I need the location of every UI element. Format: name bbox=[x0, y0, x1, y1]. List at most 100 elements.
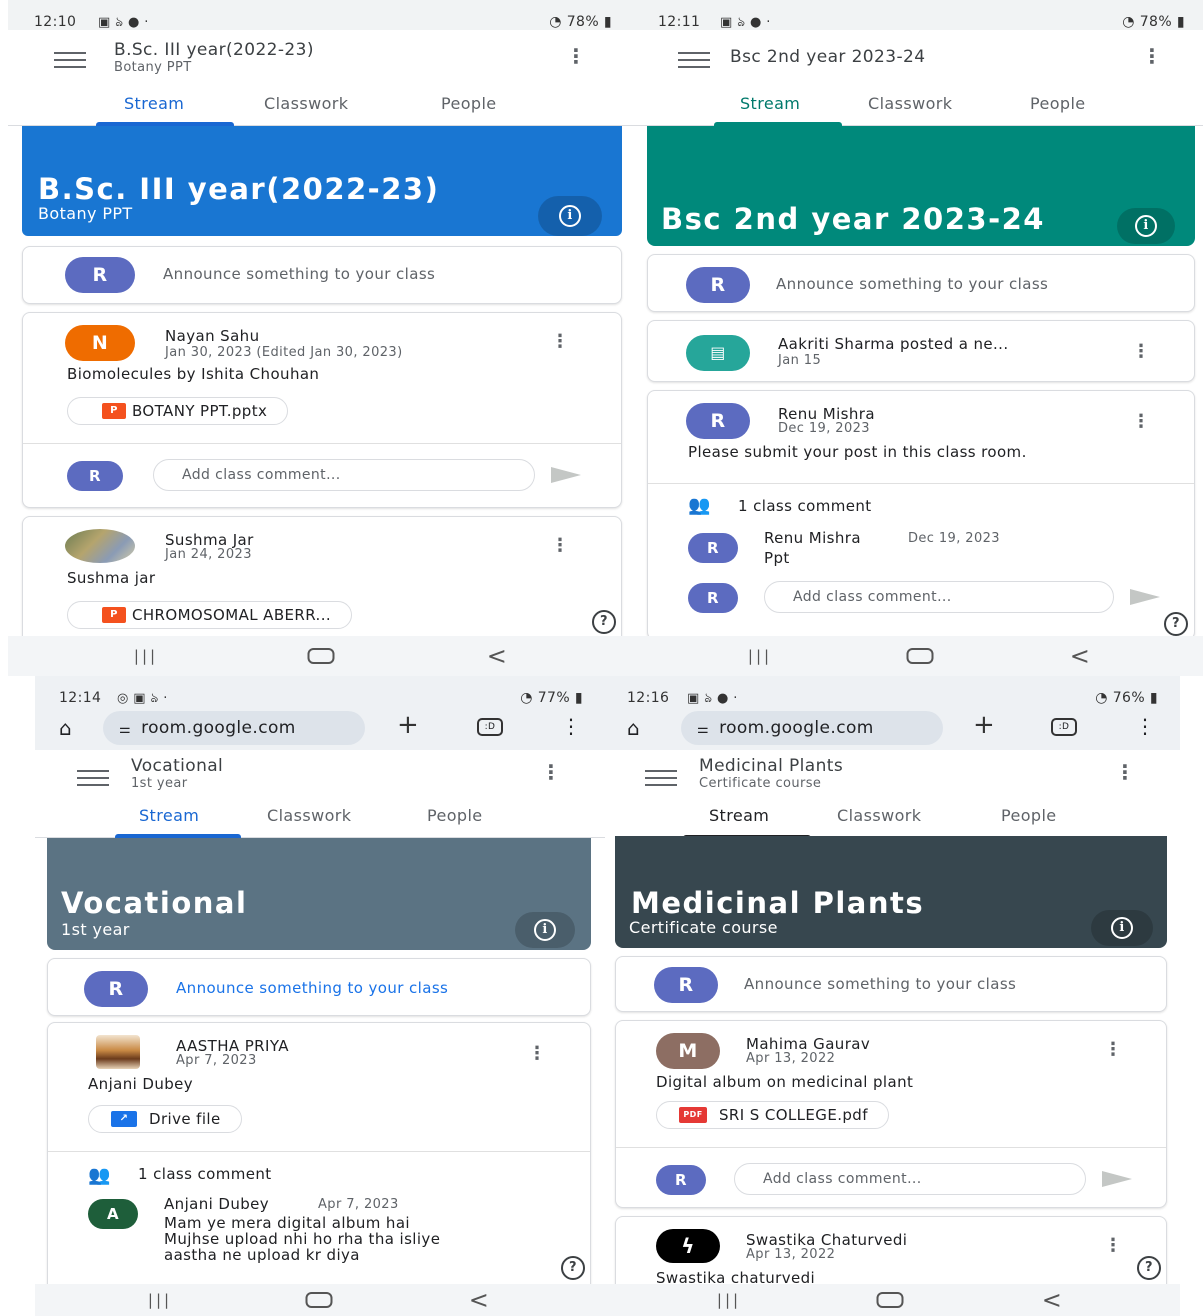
banner-title: Medicinal Plants bbox=[631, 886, 925, 920]
comment-input[interactable]: Add class comment... bbox=[734, 1163, 1086, 1195]
assignment-options-icon[interactable]: ⋮ bbox=[1132, 341, 1150, 362]
post-card: ϟ Swastika Chaturvedi Apr 13, 2022 ⋮ Swa… bbox=[615, 1216, 1167, 1284]
back-icon[interactable]: < bbox=[469, 1286, 490, 1314]
send-icon[interactable] bbox=[551, 467, 581, 483]
menu-icon[interactable] bbox=[645, 770, 677, 791]
recents-icon[interactable]: ||| bbox=[134, 647, 158, 665]
help-icon[interactable]: ? bbox=[561, 1256, 585, 1280]
back-icon[interactable]: < bbox=[1070, 642, 1091, 670]
post-card: M Mahima Gaurav Apr 13, 2022 ⋮ Digital a… bbox=[615, 1020, 1167, 1208]
browser-menu-icon[interactable]: ⋮ bbox=[1135, 714, 1155, 738]
people-icon: 👥 bbox=[688, 495, 711, 516]
tab-people[interactable]: People bbox=[1030, 94, 1086, 113]
attachment-chip[interactable]: P BOTANY PPT.pptx bbox=[67, 397, 289, 425]
tab-stream[interactable]: Stream bbox=[709, 806, 769, 825]
class-info-icon[interactable]: i bbox=[538, 196, 602, 236]
tab-people[interactable]: People bbox=[1001, 806, 1057, 825]
class-comment-count[interactable]: 1 class comment bbox=[138, 1165, 272, 1183]
send-icon[interactable] bbox=[1102, 1171, 1132, 1187]
address-bar[interactable]: ⚌ room.google.com bbox=[103, 711, 365, 745]
post-options-icon[interactable]: ⋮ bbox=[1104, 1039, 1122, 1060]
attachment-chip[interactable]: ↗ Drive file bbox=[88, 1105, 242, 1133]
class-info-icon[interactable]: i bbox=[1117, 208, 1175, 244]
assignment-date: Jan 15 bbox=[778, 353, 822, 368]
announce-card[interactable]: R Announce something to your class bbox=[47, 958, 591, 1016]
comment-input[interactable]: Add class comment... bbox=[153, 459, 535, 491]
home-icon[interactable] bbox=[906, 648, 934, 664]
browser-home-icon[interactable]: ⌂ bbox=[59, 716, 72, 740]
menu-icon[interactable] bbox=[54, 52, 86, 73]
battery-level: ◔ 76% ▮ bbox=[1095, 690, 1158, 706]
tab-stream[interactable]: Stream bbox=[139, 806, 199, 825]
comment-text-line: aastha ne upload kr diya bbox=[164, 1246, 360, 1264]
tab-stream[interactable]: Stream bbox=[740, 94, 800, 113]
system-navigation-bar: ||| < ||| < bbox=[8, 636, 1203, 676]
class-tabs: Stream Classwork People bbox=[35, 800, 605, 838]
tab-people[interactable]: People bbox=[427, 806, 483, 825]
more-options-icon[interactable]: ⋮ bbox=[1142, 44, 1162, 68]
tab-switcher-icon[interactable]: :D bbox=[1051, 718, 1077, 736]
user-avatar: R bbox=[65, 257, 135, 293]
post-card: R Renu Mishra Dec 19, 2023 ⋮ Please subm… bbox=[647, 390, 1195, 636]
help-icon[interactable]: ? bbox=[1164, 612, 1188, 636]
class-banner: B.Sc. III year(2022-23) Botany PPT i bbox=[22, 126, 622, 236]
tab-classwork[interactable]: Classwork bbox=[267, 806, 351, 825]
new-tab-icon[interactable]: + bbox=[397, 710, 419, 740]
home-icon[interactable] bbox=[307, 648, 335, 664]
home-icon[interactable] bbox=[305, 1292, 333, 1308]
class-info-icon[interactable]: i bbox=[515, 912, 575, 948]
class-comment-count[interactable]: 1 class comment bbox=[738, 497, 872, 515]
attachment-chip[interactable]: P CHROMOSOMAL ABERR... bbox=[67, 601, 353, 629]
more-options-icon[interactable]: ⋮ bbox=[541, 760, 561, 784]
announce-placeholder: Announce something to your class bbox=[776, 275, 1049, 293]
send-icon[interactable] bbox=[1130, 589, 1160, 605]
post-options-icon[interactable]: ⋮ bbox=[1132, 411, 1150, 432]
site-settings-icon[interactable]: ⚌ bbox=[119, 722, 131, 737]
tab-stream[interactable]: Stream bbox=[124, 94, 184, 113]
more-options-icon[interactable]: ⋮ bbox=[1115, 760, 1135, 784]
recents-icon[interactable]: ||| bbox=[748, 647, 772, 665]
tab-switcher-icon[interactable]: :D bbox=[477, 718, 503, 736]
home-icon[interactable] bbox=[876, 1292, 904, 1308]
announce-card[interactable]: R Announce something to your class bbox=[615, 956, 1167, 1012]
back-icon[interactable]: < bbox=[487, 642, 508, 670]
post-options-icon[interactable]: ⋮ bbox=[1104, 1235, 1122, 1256]
comment-input[interactable]: Add class comment... bbox=[764, 581, 1114, 613]
post-options-icon[interactable]: ⋮ bbox=[551, 331, 569, 352]
browser-home-icon[interactable]: ⌂ bbox=[627, 716, 640, 740]
menu-icon[interactable] bbox=[77, 770, 109, 791]
recents-icon[interactable]: ||| bbox=[717, 1291, 741, 1309]
post-options-icon[interactable]: ⋮ bbox=[551, 535, 569, 556]
announce-card[interactable]: R Announce something to your class bbox=[647, 254, 1195, 312]
post-options-icon[interactable]: ⋮ bbox=[528, 1043, 546, 1064]
attachment-chip[interactable]: PDF SRI S COLLEGE.pdf bbox=[656, 1101, 889, 1129]
class-info-icon[interactable]: i bbox=[1091, 910, 1153, 946]
banner-subtitle: Botany PPT bbox=[38, 204, 133, 223]
recents-icon[interactable]: ||| bbox=[148, 1291, 172, 1309]
more-options-icon[interactable]: ⋮ bbox=[566, 44, 586, 68]
help-icon[interactable]: ? bbox=[592, 610, 616, 634]
tab-classwork[interactable]: Classwork bbox=[264, 94, 348, 113]
tab-people[interactable]: People bbox=[441, 94, 497, 113]
post-body: Digital album on medicinal plant bbox=[656, 1073, 914, 1091]
status-time: 12:16 bbox=[627, 690, 670, 706]
back-icon[interactable]: < bbox=[1042, 1286, 1063, 1314]
announce-card[interactable]: R Announce something to your class bbox=[22, 246, 622, 304]
browser-menu-icon[interactable]: ⋮ bbox=[561, 714, 581, 738]
class-title: Medicinal Plants bbox=[699, 756, 844, 776]
address-bar[interactable]: ⚌ room.google.com bbox=[681, 711, 943, 745]
post-date: Dec 19, 2023 bbox=[778, 421, 870, 436]
assignment-title: Aakriti Sharma posted a ne... bbox=[778, 335, 1009, 353]
tab-classwork[interactable]: Classwork bbox=[868, 94, 952, 113]
user-avatar: R bbox=[84, 971, 148, 1007]
tab-classwork[interactable]: Classwork bbox=[837, 806, 921, 825]
comment-date: Dec 19, 2023 bbox=[908, 531, 1000, 546]
class-banner: Bsc 2nd year 2023-24 i bbox=[647, 126, 1195, 246]
new-tab-icon[interactable]: + bbox=[973, 710, 995, 740]
assignment-card[interactable]: ▤ Aakriti Sharma posted a ne... Jan 15 ⋮ bbox=[647, 320, 1195, 382]
status-time: 12:10 bbox=[34, 14, 77, 30]
attachment-name: BOTANY PPT.pptx bbox=[132, 402, 268, 420]
site-settings-icon[interactable]: ⚌ bbox=[697, 722, 709, 737]
menu-icon[interactable] bbox=[678, 52, 710, 73]
help-icon[interactable]: ? bbox=[1137, 1256, 1161, 1280]
